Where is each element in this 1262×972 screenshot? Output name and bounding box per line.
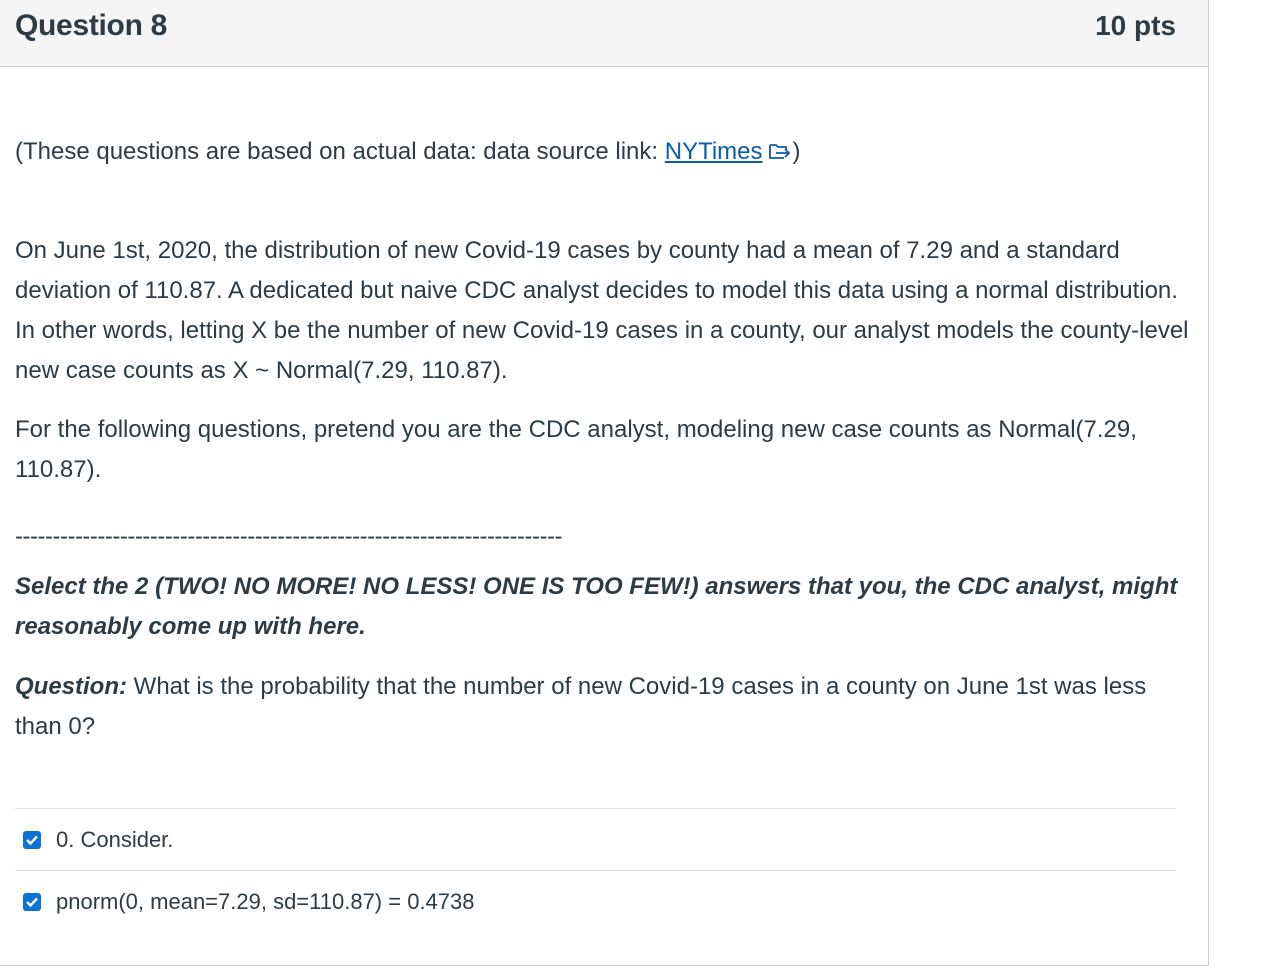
data-source-paragraph: (These questions are based on actual dat…: [15, 132, 1190, 175]
answer-option[interactable]: pnorm(0, mean=7.29, sd=110.87) = 0.4738: [15, 870, 1176, 932]
nytimes-link[interactable]: NYTimes: [665, 138, 793, 165]
question-card: Question 8 10 pts (These questions are b…: [0, 0, 1209, 966]
question-header: Question 8 10 pts: [0, 0, 1208, 67]
separator-line: ----------------------------------------…: [15, 523, 562, 550]
question-prompt: Question: What is the probability that t…: [15, 667, 1190, 747]
answer-label: 0. Consider.: [56, 826, 174, 852]
follow-up-paragraph: For the following questions, pretend you…: [15, 416, 1137, 483]
instruction-paragraph: Select the 2 (TWO! NO MORE! NO LESS! ONE…: [15, 573, 1178, 640]
question-title: Question 8: [15, 9, 168, 42]
source-suffix: ): [792, 138, 801, 165]
external-link-icon: [767, 135, 793, 175]
question-text: What is the probability that the number …: [15, 673, 1147, 740]
answer-label: pnorm(0, mean=7.29, sd=110.87) = 0.4738: [56, 888, 475, 914]
answer-list: 0. Consider. pnorm(0, mean=7.29, sd=110.…: [15, 808, 1176, 932]
question-label: Question:: [15, 673, 127, 700]
checkbox-checked-icon[interactable]: [23, 830, 41, 849]
question-points: 10 pts: [1095, 10, 1176, 41]
intro-paragraph: On June 1st, 2020, the distribution of n…: [15, 237, 1189, 384]
source-prefix: (These questions are based on actual dat…: [15, 138, 665, 165]
checkbox-checked-icon[interactable]: [23, 892, 41, 911]
answer-option[interactable]: 0. Consider.: [15, 808, 1176, 870]
nytimes-link-text: NYTimes: [664, 138, 763, 165]
